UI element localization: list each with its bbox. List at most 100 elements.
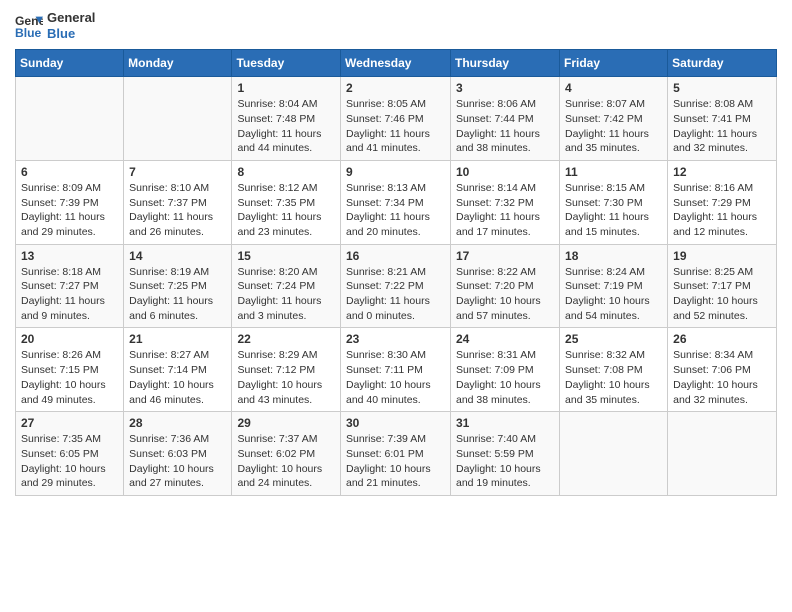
day-info: Sunrise: 8:27 AM Sunset: 7:14 PM Dayligh… bbox=[129, 348, 226, 407]
day-number: 23 bbox=[346, 332, 445, 346]
weekday-friday: Friday bbox=[560, 50, 668, 77]
calendar-cell: 11 Sunrise: 8:15 AM Sunset: 7:30 PM Dayli… bbox=[560, 160, 668, 244]
day-info: Sunrise: 8:08 AM Sunset: 7:41 PM Dayligh… bbox=[673, 97, 771, 156]
day-number: 5 bbox=[673, 81, 771, 95]
header: General Blue General Blue bbox=[15, 10, 777, 41]
day-number: 2 bbox=[346, 81, 445, 95]
calendar-week-4: 20 Sunrise: 8:26 AM Sunset: 7:15 PM Dayli… bbox=[16, 328, 777, 412]
day-info: Sunrise: 8:13 AM Sunset: 7:34 PM Dayligh… bbox=[346, 181, 445, 240]
day-number: 14 bbox=[129, 249, 226, 263]
day-info: Sunrise: 8:09 AM Sunset: 7:39 PM Dayligh… bbox=[21, 181, 118, 240]
day-info: Sunrise: 8:07 AM Sunset: 7:42 PM Dayligh… bbox=[565, 97, 662, 156]
calendar-table: SundayMondayTuesdayWednesdayThursdayFrid… bbox=[15, 49, 777, 496]
calendar-cell: 25 Sunrise: 8:32 AM Sunset: 7:08 PM Dayli… bbox=[560, 328, 668, 412]
day-number: 21 bbox=[129, 332, 226, 346]
day-number: 29 bbox=[237, 416, 335, 430]
day-number: 9 bbox=[346, 165, 445, 179]
calendar-cell: 24Sunrise: 8:31 AM Sunset: 7:09 PM Dayli… bbox=[451, 328, 560, 412]
logo-icon: General Blue bbox=[15, 12, 43, 40]
day-number: 12 bbox=[673, 165, 771, 179]
day-info: Sunrise: 7:37 AM Sunset: 6:02 PM Dayligh… bbox=[237, 432, 335, 491]
day-number: 27 bbox=[21, 416, 118, 430]
calendar-cell: 29 Sunrise: 7:37 AM Sunset: 6:02 PM Dayli… bbox=[232, 412, 341, 496]
day-info: Sunrise: 8:31 AM Sunset: 7:09 PM Dayligh… bbox=[456, 348, 554, 407]
day-number: 8 bbox=[237, 165, 335, 179]
day-info: Sunrise: 8:25 AM Sunset: 7:17 PM Dayligh… bbox=[673, 265, 771, 324]
calendar-cell: 7Sunrise: 8:10 AM Sunset: 7:37 PM Daylig… bbox=[124, 160, 232, 244]
logo-general: General bbox=[47, 10, 95, 26]
calendar-week-1: 1 Sunrise: 8:04 AM Sunset: 7:48 PM Daylig… bbox=[16, 77, 777, 161]
day-number: 4 bbox=[565, 81, 662, 95]
day-number: 6 bbox=[21, 165, 118, 179]
weekday-saturday: Saturday bbox=[668, 50, 777, 77]
day-number: 28 bbox=[129, 416, 226, 430]
calendar-cell: 23 Sunrise: 8:30 AM Sunset: 7:11 PM Dayli… bbox=[341, 328, 451, 412]
calendar-cell bbox=[560, 412, 668, 496]
weekday-monday: Monday bbox=[124, 50, 232, 77]
calendar-cell: 21 Sunrise: 8:27 AM Sunset: 7:14 PM Dayli… bbox=[124, 328, 232, 412]
day-info: Sunrise: 8:24 AM Sunset: 7:19 PM Dayligh… bbox=[565, 265, 662, 324]
day-info: Sunrise: 7:40 AM Sunset: 5:59 PM Dayligh… bbox=[456, 432, 554, 491]
day-number: 26 bbox=[673, 332, 771, 346]
calendar-cell: 16 Sunrise: 8:21 AM Sunset: 7:22 PM Dayli… bbox=[341, 244, 451, 328]
calendar-cell: 31 Sunrise: 7:40 AM Sunset: 5:59 PM Dayli… bbox=[451, 412, 560, 496]
day-number: 15 bbox=[237, 249, 335, 263]
calendar-cell bbox=[124, 77, 232, 161]
day-number: 1 bbox=[237, 81, 335, 95]
day-number: 25 bbox=[565, 332, 662, 346]
day-info: Sunrise: 8:18 AM Sunset: 7:27 PM Dayligh… bbox=[21, 265, 118, 324]
calendar-cell: 30Sunrise: 7:39 AM Sunset: 6:01 PM Dayli… bbox=[341, 412, 451, 496]
day-info: Sunrise: 8:29 AM Sunset: 7:12 PM Dayligh… bbox=[237, 348, 335, 407]
day-number: 17 bbox=[456, 249, 554, 263]
day-number: 31 bbox=[456, 416, 554, 430]
weekday-sunday: Sunday bbox=[16, 50, 124, 77]
day-info: Sunrise: 8:32 AM Sunset: 7:08 PM Dayligh… bbox=[565, 348, 662, 407]
calendar-cell: 10 Sunrise: 8:14 AM Sunset: 7:32 PM Dayli… bbox=[451, 160, 560, 244]
calendar-week-3: 13 Sunrise: 8:18 AM Sunset: 7:27 PM Dayli… bbox=[16, 244, 777, 328]
weekday-tuesday: Tuesday bbox=[232, 50, 341, 77]
day-info: Sunrise: 7:36 AM Sunset: 6:03 PM Dayligh… bbox=[129, 432, 226, 491]
logo-blue: Blue bbox=[47, 26, 95, 42]
day-number: 22 bbox=[237, 332, 335, 346]
day-info: Sunrise: 8:05 AM Sunset: 7:46 PM Dayligh… bbox=[346, 97, 445, 156]
calendar-week-2: 6 Sunrise: 8:09 AM Sunset: 7:39 PM Daylig… bbox=[16, 160, 777, 244]
day-info: Sunrise: 8:22 AM Sunset: 7:20 PM Dayligh… bbox=[456, 265, 554, 324]
day-info: Sunrise: 8:30 AM Sunset: 7:11 PM Dayligh… bbox=[346, 348, 445, 407]
day-info: Sunrise: 8:06 AM Sunset: 7:44 PM Dayligh… bbox=[456, 97, 554, 156]
day-number: 7 bbox=[129, 165, 226, 179]
day-info: Sunrise: 8:26 AM Sunset: 7:15 PM Dayligh… bbox=[21, 348, 118, 407]
day-info: Sunrise: 8:12 AM Sunset: 7:35 PM Dayligh… bbox=[237, 181, 335, 240]
calendar-cell: 3 Sunrise: 8:06 AM Sunset: 7:44 PM Daylig… bbox=[451, 77, 560, 161]
day-info: Sunrise: 8:15 AM Sunset: 7:30 PM Dayligh… bbox=[565, 181, 662, 240]
day-info: Sunrise: 8:14 AM Sunset: 7:32 PM Dayligh… bbox=[456, 181, 554, 240]
calendar-cell: 26 Sunrise: 8:34 AM Sunset: 7:06 PM Dayli… bbox=[668, 328, 777, 412]
calendar-week-5: 27 Sunrise: 7:35 AM Sunset: 6:05 PM Dayli… bbox=[16, 412, 777, 496]
calendar-cell: 6 Sunrise: 8:09 AM Sunset: 7:39 PM Daylig… bbox=[16, 160, 124, 244]
day-info: Sunrise: 8:16 AM Sunset: 7:29 PM Dayligh… bbox=[673, 181, 771, 240]
weekday-thursday: Thursday bbox=[451, 50, 560, 77]
calendar-cell: 9 Sunrise: 8:13 AM Sunset: 7:34 PM Daylig… bbox=[341, 160, 451, 244]
calendar-cell: 27 Sunrise: 7:35 AM Sunset: 6:05 PM Dayli… bbox=[16, 412, 124, 496]
weekday-wednesday: Wednesday bbox=[341, 50, 451, 77]
day-number: 16 bbox=[346, 249, 445, 263]
calendar-cell: 13 Sunrise: 8:18 AM Sunset: 7:27 PM Dayli… bbox=[16, 244, 124, 328]
day-info: Sunrise: 8:04 AM Sunset: 7:48 PM Dayligh… bbox=[237, 97, 335, 156]
day-number: 3 bbox=[456, 81, 554, 95]
day-number: 10 bbox=[456, 165, 554, 179]
calendar-body: 1 Sunrise: 8:04 AM Sunset: 7:48 PM Daylig… bbox=[16, 77, 777, 496]
day-number: 13 bbox=[21, 249, 118, 263]
calendar-cell: 2 Sunrise: 8:05 AM Sunset: 7:46 PM Daylig… bbox=[341, 77, 451, 161]
day-number: 30 bbox=[346, 416, 445, 430]
svg-text:Blue: Blue bbox=[15, 26, 42, 40]
calendar-cell: 22 Sunrise: 8:29 AM Sunset: 7:12 PM Dayli… bbox=[232, 328, 341, 412]
day-number: 20 bbox=[21, 332, 118, 346]
calendar-cell: 8 Sunrise: 8:12 AM Sunset: 7:35 PM Daylig… bbox=[232, 160, 341, 244]
calendar-cell: 20 Sunrise: 8:26 AM Sunset: 7:15 PM Dayli… bbox=[16, 328, 124, 412]
day-info: Sunrise: 8:19 AM Sunset: 7:25 PM Dayligh… bbox=[129, 265, 226, 324]
calendar-cell: 5 Sunrise: 8:08 AM Sunset: 7:41 PM Daylig… bbox=[668, 77, 777, 161]
day-info: Sunrise: 7:35 AM Sunset: 6:05 PM Dayligh… bbox=[21, 432, 118, 491]
weekday-header-row: SundayMondayTuesdayWednesdayThursdayFrid… bbox=[16, 50, 777, 77]
day-number: 11 bbox=[565, 165, 662, 179]
day-info: Sunrise: 8:34 AM Sunset: 7:06 PM Dayligh… bbox=[673, 348, 771, 407]
day-info: Sunrise: 8:21 AM Sunset: 7:22 PM Dayligh… bbox=[346, 265, 445, 324]
